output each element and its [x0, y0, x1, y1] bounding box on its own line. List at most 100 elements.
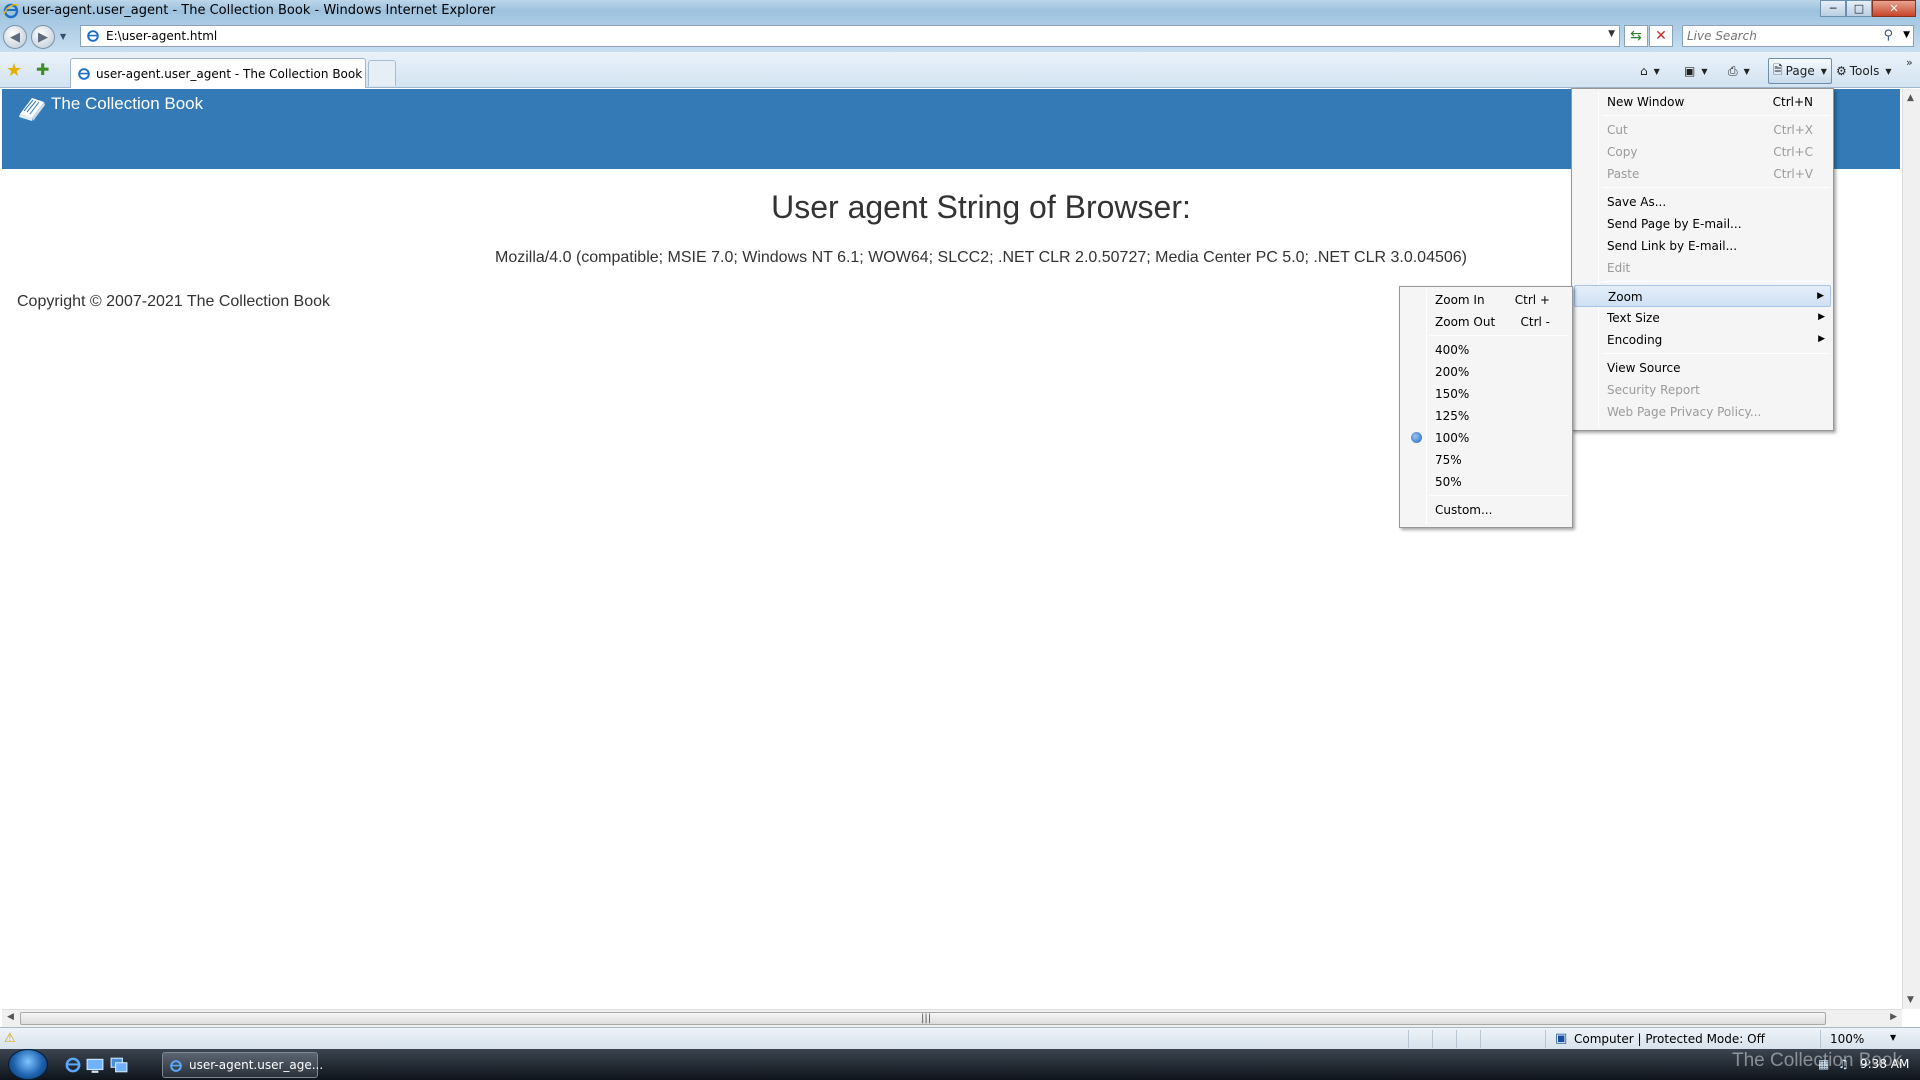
menu-separator [1430, 335, 1569, 336]
zoom-level[interactable]: 100% [1830, 1032, 1864, 1046]
arrow-left-icon: ◀ [10, 29, 20, 45]
menu-item-cut: Cut Ctrl+X [1574, 119, 1831, 141]
page-icon: 🗎 [1773, 62, 1783, 77]
menu-item-zoom-400[interactable]: 400% [1402, 339, 1570, 361]
computer-icon: ▣ [1555, 1031, 1568, 1046]
menu-item-new-window[interactable]: New Window Ctrl+N [1574, 91, 1831, 113]
menu-item-zoom-custom[interactable]: Custom... [1402, 499, 1570, 521]
book-logo-icon[interactable] [16, 94, 48, 122]
menu-item-zoom-out[interactable]: Zoom Out Ctrl - [1402, 311, 1570, 333]
home-button[interactable]: ⌂ ▼ [1640, 60, 1660, 82]
search-icon[interactable]: ⚲ [1883, 28, 1893, 43]
show-desktop-icon[interactable] [86, 1056, 104, 1074]
menu-item-zoom-200[interactable]: 200% [1402, 361, 1570, 383]
page-menu-button[interactable]: 🗎 Page ▼ [1768, 58, 1832, 84]
scroll-left-icon[interactable]: ◀ [7, 1012, 14, 1022]
security-zone[interactable]: Computer | Protected Mode: Off [1574, 1032, 1765, 1046]
forward-button[interactable]: ▶ [31, 25, 55, 49]
tab-label: user-agent.user_agent - The Collection B… [96, 67, 363, 81]
printer-icon: ⎙ [1728, 63, 1738, 78]
status-divider [1545, 1030, 1546, 1048]
feeds-button[interactable]: ▣ ▼ [1684, 60, 1708, 82]
navigation-bar: ◀ ▶ ▼ E:\user-agent.html ▼ ⇆ ✕ ⚲ ▼ [0, 22, 1920, 52]
back-button[interactable]: ◀ [3, 25, 27, 49]
title-bar: user-agent.user_agent - The Collection B… [0, 0, 1920, 22]
minimize-button[interactable]: ─ [1820, 0, 1846, 17]
horizontal-scrollbar[interactable]: ◀ ||| ▶ [2, 1009, 1902, 1027]
new-tab-button[interactable] [368, 60, 396, 86]
chevron-down-icon[interactable]: ▼ [1654, 67, 1660, 76]
site-brand-link[interactable]: The Collection Book [51, 94, 203, 114]
add-favorite-icon[interactable]: ✚ [36, 60, 49, 79]
watermark-text: The Collection Book [1732, 1050, 1903, 1071]
menu-item-label: Zoom Out [1435, 315, 1496, 329]
tools-menu-label: Tools [1849, 64, 1880, 78]
address-dropdown-icon[interactable]: ▼ [1608, 29, 1615, 39]
menu-item-label: Zoom [1608, 290, 1643, 304]
scroll-grip-icon: ||| [921, 1013, 932, 1024]
tools-menu-button[interactable]: ⚙ Tools ▼ [1836, 60, 1891, 82]
address-bar[interactable]: E:\user-agent.html ▼ [80, 25, 1620, 47]
taskbar-item-ie[interactable]: user-agent.user_age... [162, 1052, 323, 1078]
search-box[interactable]: ⚲ ▼ [1682, 25, 1914, 47]
menu-item-zoom-150[interactable]: 150% [1402, 383, 1570, 405]
menu-item-label: Edit [1607, 261, 1631, 275]
print-button[interactable]: ⎙ ▼ [1728, 60, 1750, 82]
menu-item-zoom-in[interactable]: Zoom In Ctrl + [1402, 289, 1570, 311]
tab-active[interactable]: user-agent.user_agent - The Collection B… [70, 58, 366, 88]
search-options-dropdown[interactable]: ▼ [1903, 30, 1910, 40]
menu-item-save-as[interactable]: Save As... [1574, 191, 1831, 213]
menu-item-zoom-75[interactable]: 75% [1402, 449, 1570, 471]
address-url[interactable]: E:\user-agent.html [106, 29, 217, 43]
menu-item-security-report: Security Report [1574, 379, 1831, 401]
taskbar: user-agent.user_age... ▦ ♫ 9:38 AM [0, 1049, 1920, 1080]
scroll-right-icon[interactable]: ▶ [1890, 1012, 1897, 1022]
menu-item-label: View Source [1607, 361, 1681, 375]
windows-orb-icon[interactable] [8, 1049, 48, 1080]
chevron-down-icon[interactable]: ▼ [1701, 67, 1707, 76]
menu-item-zoom-50[interactable]: 50% [1402, 471, 1570, 493]
close-button[interactable]: ✕ [1872, 0, 1916, 17]
horizontal-scroll-thumb[interactable]: ||| [20, 1012, 1826, 1025]
status-divider [1456, 1030, 1457, 1048]
menu-item-label: New Window [1607, 95, 1685, 109]
menu-item-zoom-125[interactable]: 125% [1402, 405, 1570, 427]
menu-item-text-size[interactable]: Text Size ▶ [1574, 307, 1831, 329]
menu-item-encoding[interactable]: Encoding ▶ [1574, 329, 1831, 351]
menu-item-zoom-100[interactable]: 100% [1402, 427, 1570, 449]
maximize-button[interactable]: □ [1846, 0, 1872, 17]
menu-item-label: 75% [1435, 453, 1462, 467]
menu-item-zoom[interactable]: Zoom ▶ [1574, 285, 1831, 307]
warning-icon[interactable]: ⚠ [4, 1031, 16, 1046]
menu-item-label: Custom... [1435, 503, 1493, 517]
vertical-scrollbar[interactable]: ▲ ▼ [1902, 89, 1920, 1009]
chevron-down-icon[interactable]: ▼ [1744, 67, 1750, 76]
menu-item-label: 400% [1435, 343, 1470, 357]
stop-button[interactable]: ✕ [1649, 25, 1673, 47]
copyright-text: Copyright © 2007-2021 The Collection Boo… [17, 293, 331, 310]
refresh-button[interactable]: ⇆ [1624, 25, 1648, 47]
more-commands-icon[interactable]: » [1906, 56, 1913, 69]
chevron-down-icon[interactable]: ▼ [1890, 1033, 1896, 1042]
scroll-up-icon[interactable]: ▲ [1907, 93, 1914, 103]
menu-item-send-page[interactable]: Send Page by E-mail... [1574, 213, 1831, 235]
search-input[interactable] [1687, 28, 1877, 44]
switch-windows-icon[interactable] [110, 1056, 128, 1074]
star-icon[interactable]: ★ [6, 60, 22, 81]
menu-item-view-source[interactable]: View Source [1574, 357, 1831, 379]
menu-item-label: Security Report [1607, 383, 1700, 397]
menu-item-shortcut: Ctrl+X [1773, 123, 1813, 137]
ie-icon [3, 3, 19, 19]
status-divider [1820, 1030, 1821, 1048]
ie-icon[interactable] [64, 1056, 82, 1074]
menu-item-edit: Edit [1574, 257, 1831, 279]
menu-item-label: Copy [1607, 145, 1638, 159]
menu-item-label: 150% [1435, 387, 1470, 401]
menu-item-label: Send Link by E-mail... [1607, 239, 1738, 253]
menu-item-send-link[interactable]: Send Link by E-mail... [1574, 235, 1831, 257]
scroll-down-icon[interactable]: ▼ [1907, 995, 1914, 1005]
feeds-icon: ▣ [1684, 64, 1696, 78]
recent-pages-dropdown[interactable]: ▼ [60, 32, 66, 41]
menu-item-label: 50% [1435, 475, 1462, 489]
menu-item-label: Save As... [1607, 195, 1667, 209]
